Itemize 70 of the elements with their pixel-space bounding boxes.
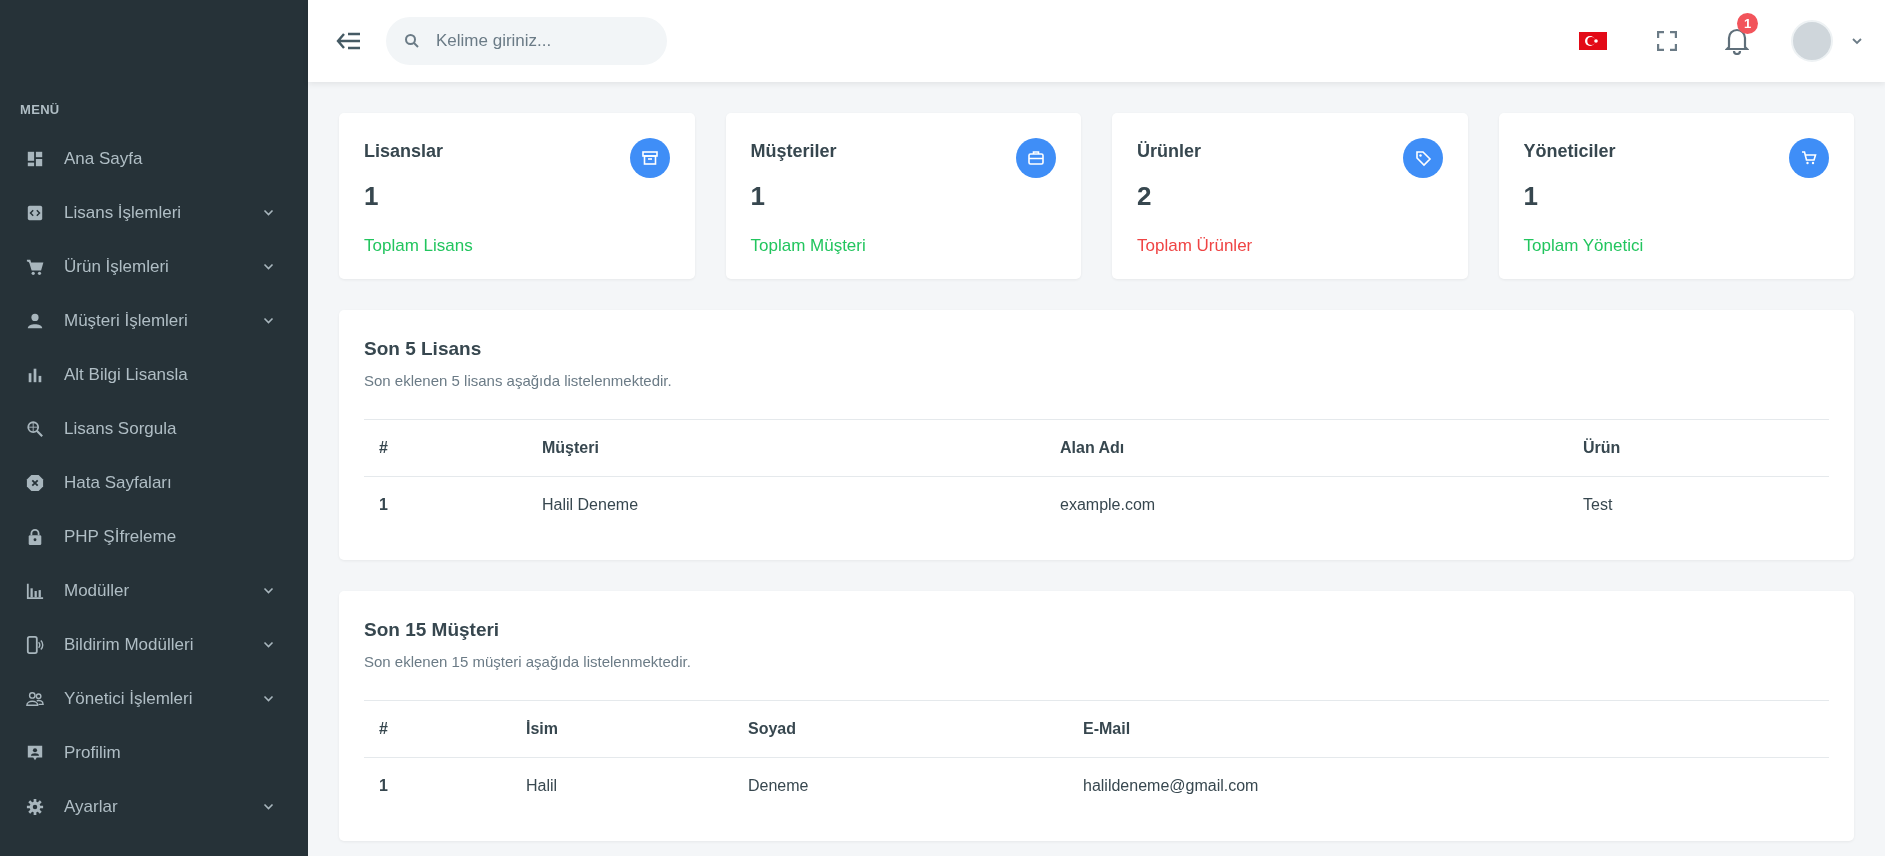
profile-icon — [26, 743, 44, 762]
lock-icon — [26, 527, 44, 546]
card-title: Yöneticiler — [1523, 140, 1616, 163]
card-footer: Toplam Müşteri — [750, 233, 866, 259]
sidebar-item[interactable]: Ana Sayfa — [0, 131, 308, 186]
card-title: Lisanslar — [364, 140, 444, 163]
sidebar-item[interactable]: Ürün İşlemleri — [0, 239, 308, 294]
sidebar-item[interactable]: Lisans Sorgula — [0, 401, 308, 456]
sidebar-item[interactable]: Bildirim Modülleri — [0, 617, 308, 672]
table-cell: 1 — [379, 777, 388, 795]
code-icon — [26, 203, 44, 222]
menu-collapse-icon[interactable] — [336, 32, 362, 50]
error-icon — [26, 473, 44, 492]
column-header: # — [379, 439, 388, 456]
notification-badge: 1 — [1737, 13, 1758, 34]
archive-icon — [629, 138, 670, 178]
table-cell: Test — [1583, 496, 1613, 514]
caret-icon[interactable] — [1851, 37, 1863, 45]
dashboard-icon — [26, 149, 44, 168]
table-cell: Halil Deneme — [542, 496, 639, 514]
sidebar-item[interactable]: Yönetici İşlemleri — [0, 671, 308, 726]
sidebar-item[interactable]: Alt Bilgi Lisansla — [0, 347, 308, 402]
card-title: Ürünler — [1137, 140, 1201, 163]
card-value: 2 — [1137, 180, 1152, 213]
person-icon — [26, 311, 44, 330]
table-cell: halildeneme@gmail.com — [1083, 777, 1259, 795]
briefcase-icon — [1016, 138, 1056, 178]
column-header: Soyad — [748, 720, 796, 737]
search-icon — [26, 419, 44, 438]
card-value: 1 — [1523, 180, 1538, 213]
fullscreen-icon[interactable] — [1657, 31, 1677, 51]
column-header: # — [379, 720, 388, 737]
column-header: Ürün — [1583, 439, 1621, 456]
sidebar-item[interactable]: Hata Sayfaları — [0, 455, 308, 510]
card-title: Müşteriler — [750, 140, 837, 163]
column-header: Alan Adı — [1060, 439, 1125, 456]
sidebar-item[interactable]: Müşteri İşlemleri — [0, 293, 308, 348]
card-footer: Toplam Yönetici — [1523, 233, 1644, 259]
sidebar-item[interactable]: Ayarlar — [0, 779, 308, 834]
people-icon — [26, 689, 44, 708]
column-header: Müşteri — [542, 439, 599, 456]
cart-icon — [26, 257, 44, 276]
section-title: Son 5 Lisans — [364, 337, 482, 361]
sidebar-item[interactable]: Modüller — [0, 563, 308, 618]
column-header: İsim — [526, 720, 558, 737]
search-icon — [404, 33, 420, 49]
tag-icon — [1402, 138, 1443, 178]
section-subtitle: Son eklenen 15 müşteri aşağıda listelenmektedir. — [364, 651, 691, 672]
phone-icon — [26, 635, 44, 654]
section-title: Son 15 Müşteri — [364, 618, 500, 642]
flag-icon[interactable] — [1579, 32, 1607, 50]
card-value: 1 — [364, 180, 379, 213]
sidebar-item[interactable]: Profilim — [0, 725, 308, 780]
cart-icon — [1789, 138, 1829, 178]
card-footer: Toplam Ürünler — [1137, 233, 1253, 259]
card-footer: Toplam Lisans — [364, 233, 473, 259]
menu-heading: MENÜ — [20, 101, 60, 119]
settings-icon — [26, 797, 44, 816]
table-cell: example.com — [1060, 496, 1156, 514]
bell-icon[interactable] — [1725, 27, 1749, 55]
card-value: 1 — [750, 180, 765, 213]
column-header: E-Mail — [1083, 720, 1131, 737]
table-cell: 1 — [379, 496, 388, 514]
table-cell: Halil — [526, 777, 558, 795]
sidebar-item[interactable]: PHP Şİfreleme — [0, 509, 308, 564]
sidebar-item[interactable]: Lisans İşlemleri — [0, 185, 308, 240]
section-subtitle: Son eklenen 5 lisans aşağıda listelenmektedir. — [364, 370, 672, 391]
chart-icon — [26, 581, 44, 600]
search-field[interactable]: Kelime giriniz... — [386, 17, 667, 65]
table-cell: Deneme — [748, 777, 809, 795]
